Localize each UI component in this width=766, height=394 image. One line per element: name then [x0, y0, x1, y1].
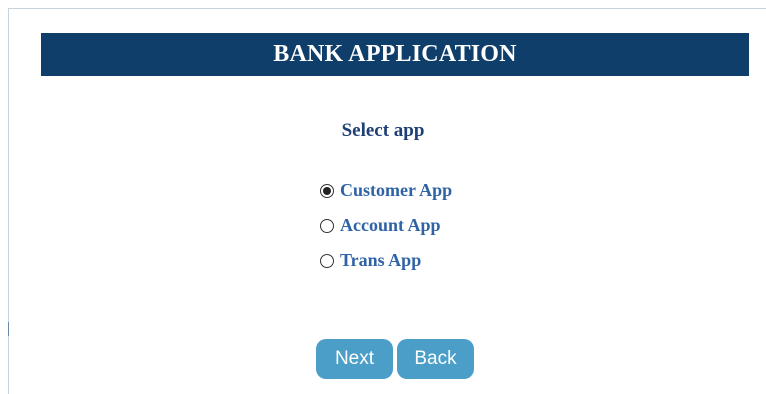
back-button[interactable]: Back	[397, 339, 474, 379]
action-button-row: Next Back	[316, 339, 474, 379]
next-button[interactable]: Next	[316, 339, 393, 379]
frame-marker	[8, 322, 9, 336]
radio-selected-dot	[323, 186, 331, 195]
radio-label-account-app[interactable]: Account App	[340, 215, 441, 236]
radio-label-trans-app[interactable]: Trans App	[340, 250, 421, 271]
select-app-title: Select app	[341, 120, 425, 141]
radio-button-customer-app[interactable]	[320, 183, 334, 198]
radio-option-trans-app[interactable]: Trans App	[320, 243, 520, 278]
app-radio-group: Customer App Account App Trans App	[320, 173, 520, 278]
app-title: BANK APPLICATION	[273, 41, 517, 67]
radio-option-customer-app[interactable]: Customer App	[320, 173, 520, 208]
radio-option-account-app[interactable]: Account App	[320, 208, 520, 243]
radio-button-account-app[interactable]	[320, 218, 334, 233]
radio-label-customer-app[interactable]: Customer App	[340, 180, 452, 201]
app-header: BANK APPLICATION	[41, 33, 749, 76]
radio-button-trans-app[interactable]	[320, 253, 334, 268]
